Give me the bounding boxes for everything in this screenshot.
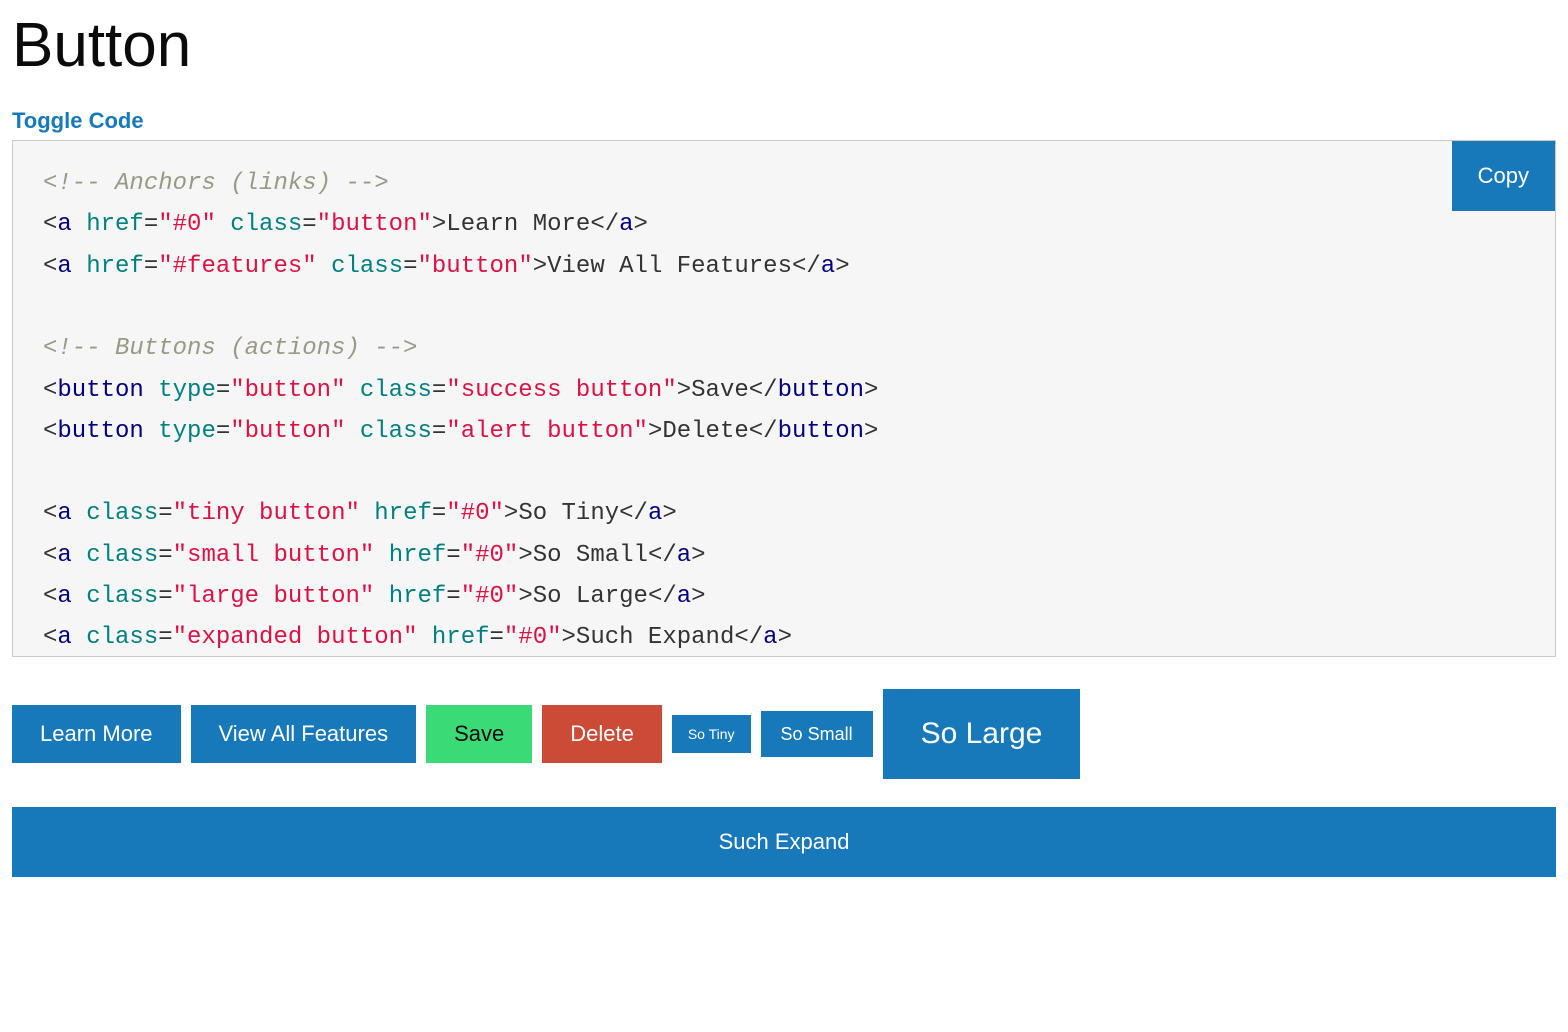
code-line: <a class="expanded button" href="#0">Suc… bbox=[43, 617, 1525, 657]
code-line: <a href="#features" class="button">View … bbox=[43, 246, 1525, 287]
code-line: <button type="button" class="alert butto… bbox=[43, 411, 1525, 452]
expanded-button[interactable]: Such Expand bbox=[12, 807, 1556, 877]
code-line: <a class="tiny button" href="#0">So Tiny… bbox=[43, 493, 1525, 534]
code-line: <a class="small button" href="#0">So Sma… bbox=[43, 535, 1525, 576]
code-block: Copy <!-- Anchors (links) --> <a href="#… bbox=[12, 140, 1556, 657]
page-title: Button bbox=[12, 12, 1556, 80]
code-line: <a class="large button" href="#0">So Lar… bbox=[43, 576, 1525, 617]
code-line: <a href="#0" class="button">Learn More</… bbox=[43, 204, 1525, 245]
toggle-code-link[interactable]: Toggle Code bbox=[12, 108, 144, 134]
button-demo-row: Learn More View All Features Save Delete… bbox=[12, 689, 1556, 779]
code-line: <!-- Anchors (links) --> bbox=[43, 163, 1525, 204]
learn-more-button[interactable]: Learn More bbox=[12, 705, 181, 763]
code-blank-line bbox=[43, 287, 1525, 328]
large-button[interactable]: So Large bbox=[883, 689, 1081, 779]
code-line: <!-- Buttons (actions) --> bbox=[43, 328, 1525, 369]
delete-button[interactable]: Delete bbox=[542, 705, 662, 763]
tiny-button[interactable]: So Tiny bbox=[672, 715, 751, 753]
save-button[interactable]: Save bbox=[426, 705, 532, 763]
code-blank-line bbox=[43, 452, 1525, 493]
copy-button[interactable]: Copy bbox=[1452, 141, 1555, 211]
view-all-features-button[interactable]: View All Features bbox=[191, 705, 417, 763]
code-line: <button type="button" class="success but… bbox=[43, 370, 1525, 411]
small-button[interactable]: So Small bbox=[761, 711, 873, 757]
